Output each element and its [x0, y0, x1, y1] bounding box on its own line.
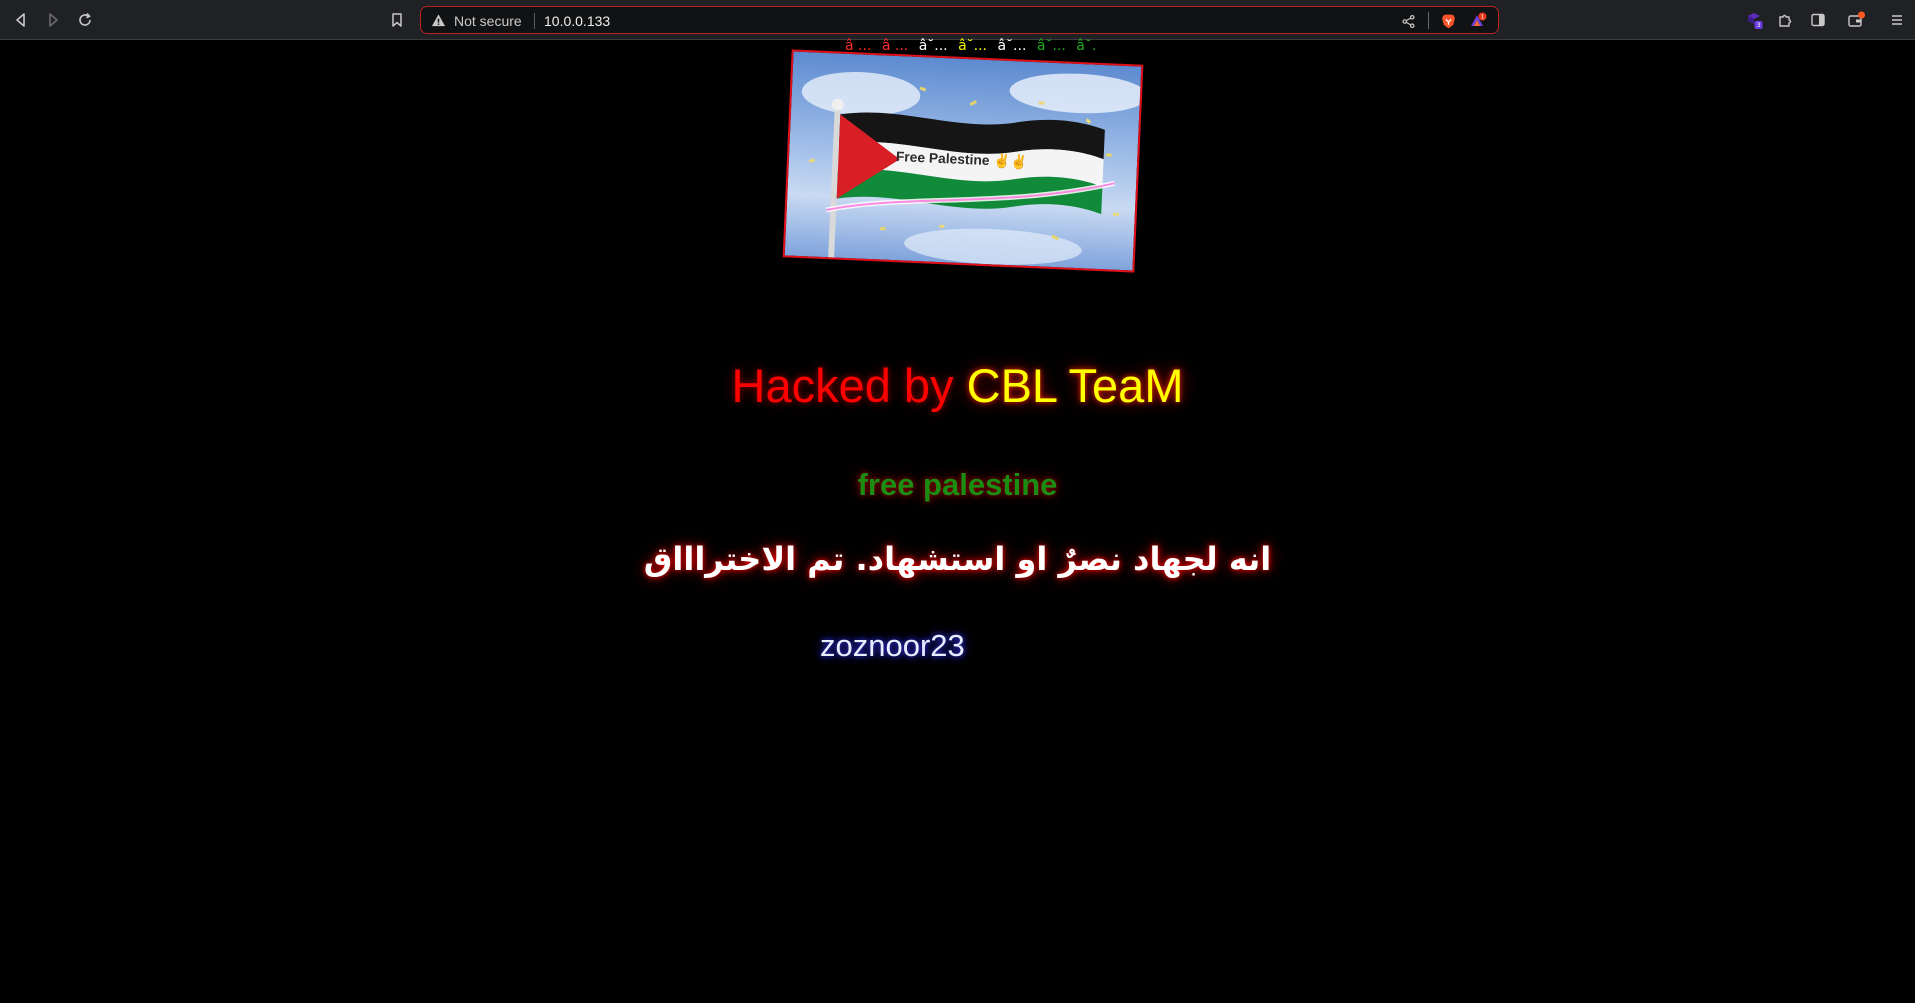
marquee-item: â˘...	[918, 38, 948, 54]
warning-icon	[431, 14, 446, 27]
share-button[interactable]	[1399, 12, 1417, 30]
browser-toolbar: Not secure 10.0.0.133 1 3	[0, 0, 1915, 40]
headline-hacked-by: Hacked by	[731, 359, 967, 412]
reload-button[interactable]	[73, 8, 97, 32]
puzzle-icon	[1779, 14, 1792, 27]
security-status-label[interactable]: Not secure	[454, 13, 522, 29]
omnibox-divider	[534, 13, 535, 29]
rewards-badge-count: 1	[1481, 14, 1485, 20]
marquee-item: â˘...	[1036, 38, 1066, 54]
sidebar-icon	[1811, 13, 1825, 27]
extension-button[interactable]: 3	[1745, 10, 1765, 30]
wallet-button[interactable]	[1846, 10, 1866, 30]
marquee-item: â ...	[881, 38, 909, 54]
back-icon	[16, 13, 25, 27]
brave-lion-icon	[1441, 14, 1455, 28]
omnibox-divider-right	[1428, 12, 1429, 29]
address-bar[interactable]: Not secure 10.0.0.133 1	[420, 6, 1499, 34]
main-menu-button[interactable]	[1887, 10, 1907, 30]
forward-icon	[49, 13, 58, 27]
bookmark-icon	[392, 13, 402, 27]
share-icon	[1401, 14, 1415, 28]
author-signature: zoznoor23	[820, 628, 965, 663]
bookmark-button[interactable]	[385, 8, 409, 32]
marquee-item: â˘...	[958, 38, 988, 54]
back-button[interactable]	[9, 8, 33, 32]
headline-team-name: CBL TeaM	[966, 359, 1184, 412]
sidebar-toggle-button[interactable]	[1808, 10, 1828, 30]
arabic-message: انه لجهاد نصرٌ او استشهاد. تم الاختراااق	[643, 540, 1272, 578]
marquee-item: â˘...	[997, 38, 1027, 54]
url-text[interactable]: 10.0.0.133	[544, 13, 610, 29]
hacked-by-headline: Hacked by CBL TeaM	[0, 358, 1915, 413]
extension-puzzle-icon: 3	[1748, 13, 1763, 29]
free-palestine-text: free palestine	[857, 467, 1058, 502]
brave-shields-button[interactable]	[1439, 12, 1457, 30]
extension-badge-count: 3	[1757, 22, 1761, 29]
hamburger-menu-icon	[1892, 15, 1902, 25]
reload-icon	[79, 12, 91, 26]
flag-illustration: Free Palestine ✌✌	[801, 72, 1142, 265]
extensions-menu-button[interactable]	[1775, 10, 1795, 30]
palestine-flag-image: Free Palestine ✌✌	[782, 49, 1144, 273]
brave-rewards-icon: 1	[1471, 12, 1487, 26]
wallet-icon	[1848, 11, 1865, 27]
forward-button[interactable]	[41, 8, 65, 32]
marquee-item: â˘...	[1076, 38, 1095, 54]
brave-rewards-button[interactable]: 1	[1469, 12, 1487, 30]
